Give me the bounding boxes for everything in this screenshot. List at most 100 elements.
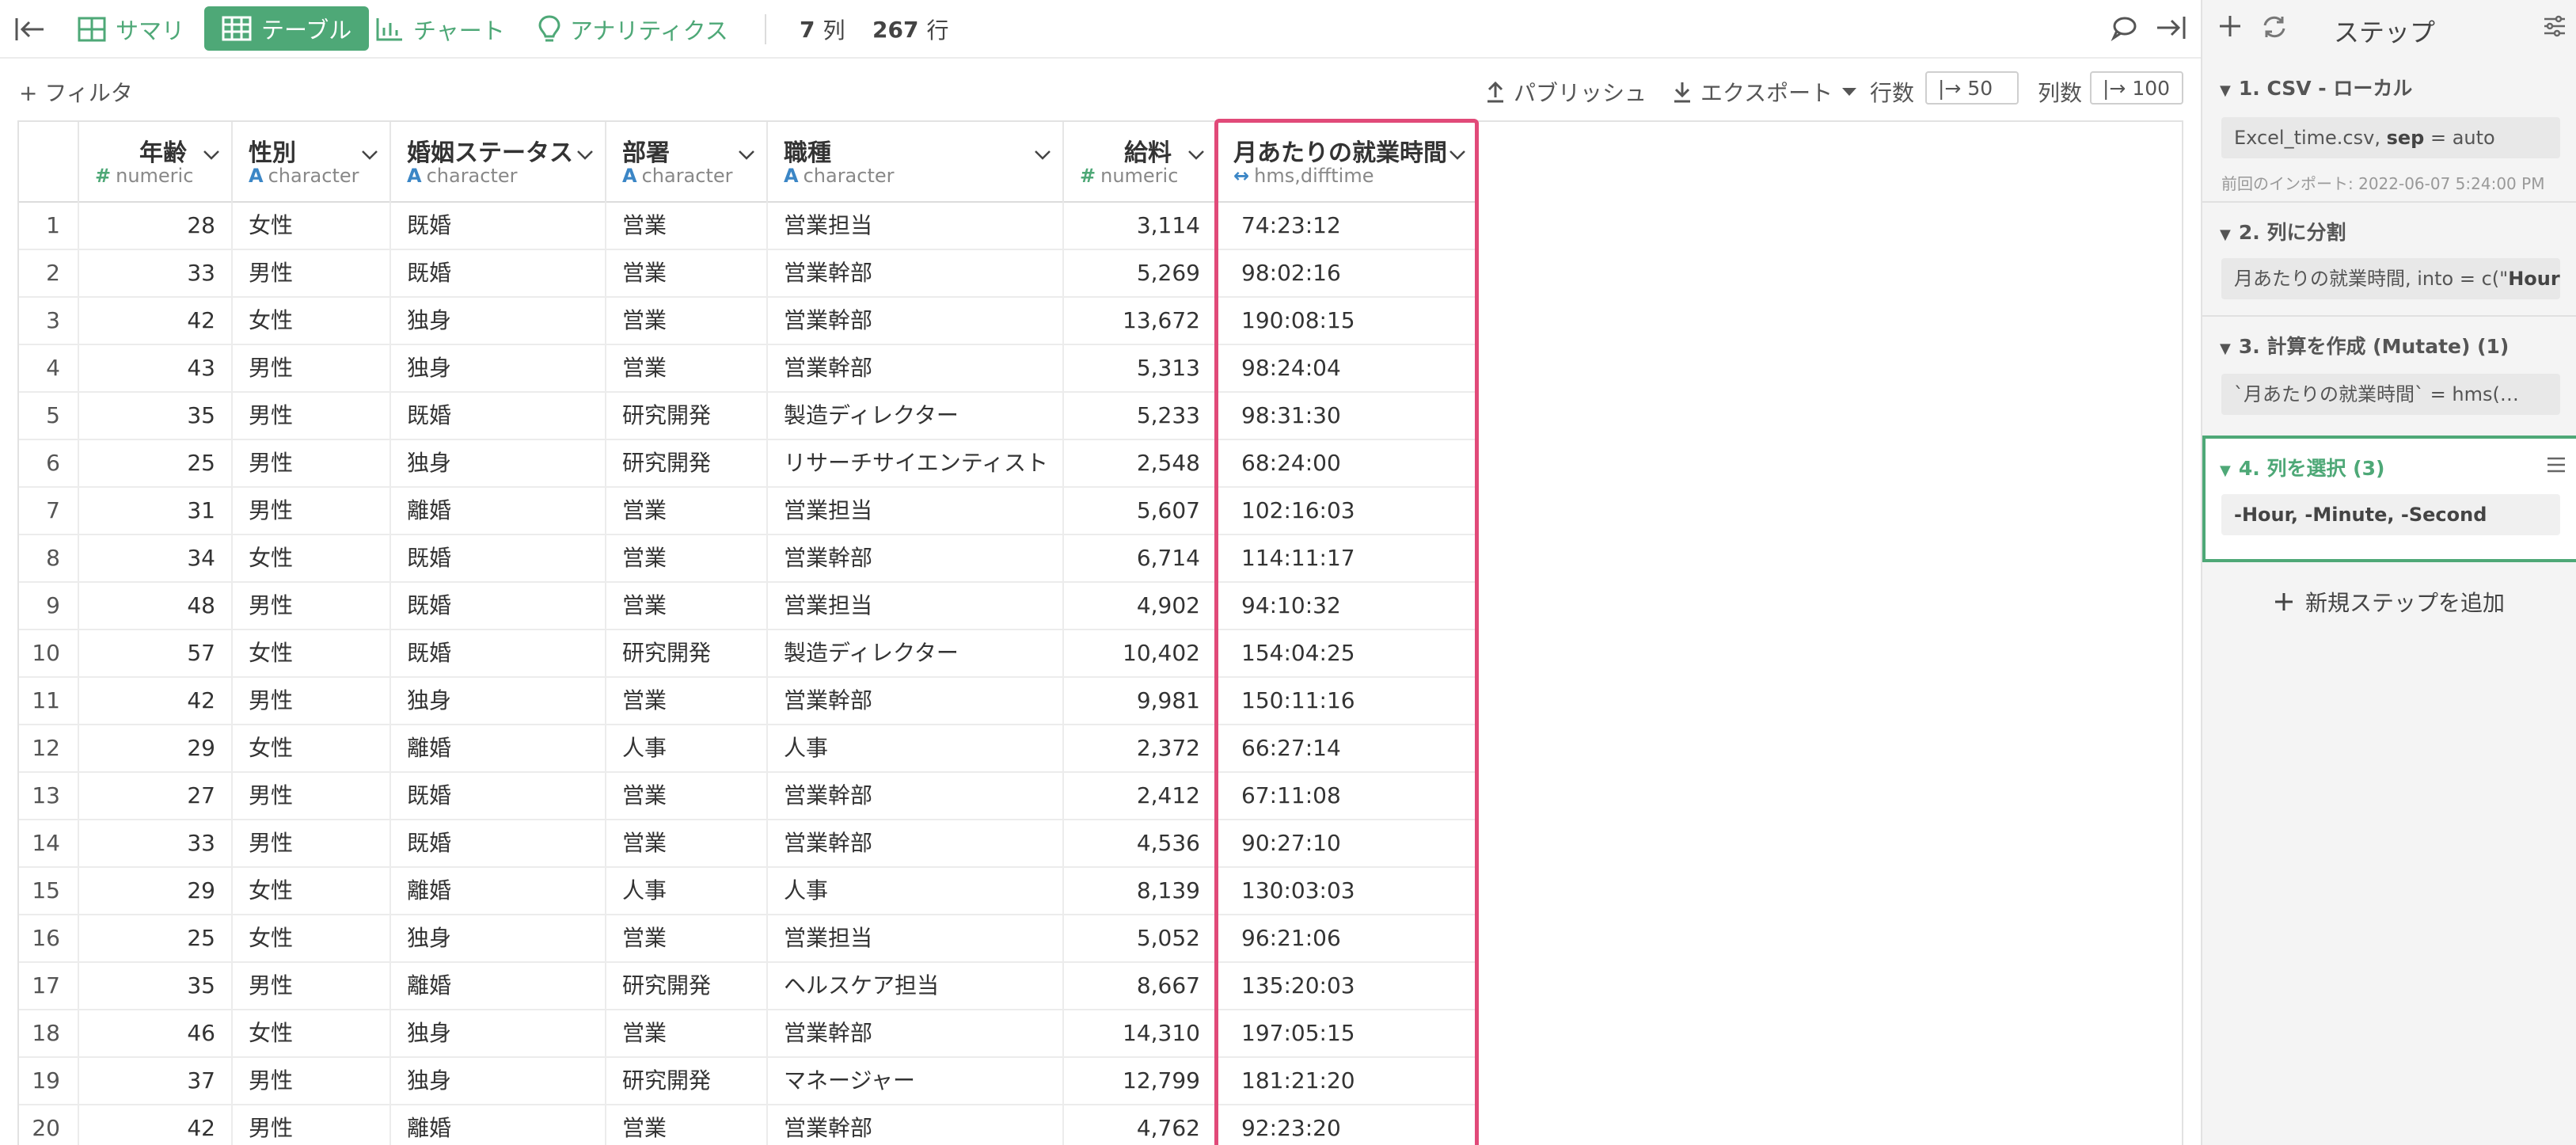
- chevron-down-icon[interactable]: [1449, 149, 1466, 164]
- table-cell: 離婚: [391, 963, 606, 1010]
- table-row[interactable]: 16 25 女性 独身 営業 営業担当 5,052 96:21:06: [19, 915, 1479, 963]
- table-row[interactable]: 13 27 男性 既婚 営業 営業幹部 2,412 67:11:08: [19, 773, 1479, 820]
- table-cell: 製造ディレクター: [768, 630, 1064, 678]
- tab-summary[interactable]: サマリ: [78, 0, 184, 59]
- menu-icon[interactable]: [2546, 456, 2567, 474]
- column-header[interactable]: 月あたりの就業時間 ↔ hms,difftime: [1218, 122, 1479, 203]
- export-button[interactable]: エクスポート: [1672, 76, 1858, 108]
- table-row[interactable]: 3 42 女性 独身 営業 営業幹部 13,672 190:08:15: [19, 298, 1479, 345]
- header-index-cell: [19, 122, 79, 203]
- column-header-name: 性別: [249, 139, 296, 167]
- add-filter-button[interactable]: + フィルタ: [19, 76, 133, 108]
- table-cell: 営業幹部: [768, 298, 1064, 345]
- tab-table[interactable]: テーブル: [204, 6, 370, 51]
- add-step-top-button[interactable]: [2217, 13, 2244, 43]
- table-cell: 男性: [233, 345, 391, 393]
- table-row[interactable]: 19 37 男性 独身 研究開発 マネージャー 12,799 181:21:20: [19, 1058, 1479, 1105]
- tab-chart-label: チャート: [413, 17, 505, 44]
- table-cell: 2,372: [1064, 725, 1218, 773]
- column-header[interactable]: 年齢 # numeric: [79, 122, 233, 203]
- table-cell: 35: [79, 393, 233, 440]
- column-header[interactable]: 婚姻ステータス Acharacter: [391, 122, 606, 203]
- step-3-title[interactable]: ▼ 3. 計算を作成 (Mutate) (1): [2220, 331, 2509, 359]
- chevron-down-icon[interactable]: [1187, 149, 1205, 164]
- table-cell: 48: [79, 583, 233, 630]
- table-cell: 98:02:16: [1218, 250, 1479, 298]
- row-index: 1: [19, 203, 79, 250]
- column-type-text: character: [426, 165, 518, 187]
- rows-limit-input[interactable]: |→ 50: [1925, 71, 2019, 105]
- table-cell: 10,402: [1064, 630, 1218, 678]
- table-cell: 42: [79, 678, 233, 725]
- table-row[interactable]: 18 46 女性 独身 営業 営業幹部 14,310 197:05:15: [19, 1010, 1479, 1058]
- column-header[interactable]: 職種 Acharacter: [768, 122, 1064, 203]
- table-row[interactable]: 20 42 男性 離婚 営業 営業幹部 4,762 92:23:20: [19, 1105, 1479, 1145]
- publish-button[interactable]: パブリッシュ: [1485, 76, 1647, 108]
- column-header[interactable]: 性別 Acharacter: [233, 122, 391, 203]
- step-1-detail[interactable]: Excel_time.csv, sep = auto: [2221, 117, 2560, 158]
- table-row[interactable]: 2 33 男性 既婚 営業 営業幹部 5,269 98:02:16: [19, 250, 1479, 298]
- table-cell: 営業: [606, 773, 768, 820]
- row-index: 15: [19, 868, 79, 915]
- step-settings-button[interactable]: [2543, 14, 2567, 41]
- refresh-button[interactable]: [2261, 14, 2288, 43]
- table-row[interactable]: 17 35 男性 離婚 研究開発 ヘルスケア担当 8,667 135:20:03: [19, 963, 1479, 1010]
- table-cell: 独身: [391, 440, 606, 488]
- column-type-text: character: [641, 165, 733, 187]
- column-header-name: 年齢: [139, 139, 187, 167]
- collapse-right-button[interactable]: [2155, 14, 2187, 44]
- column-header[interactable]: 部署 Acharacter: [606, 122, 768, 203]
- table-row[interactable]: 8 34 女性 既婚 営業 営業幹部 6,714 114:11:17: [19, 535, 1479, 583]
- tab-chart[interactable]: チャート: [375, 0, 505, 59]
- table-cell: 46: [79, 1010, 233, 1058]
- column-type-label: # numeric: [95, 165, 193, 187]
- step-4-title[interactable]: ▼ 4. 列を選択 (3): [2220, 453, 2384, 481]
- step-4-selected[interactable]: ▼ 4. 列を選択 (3) -Hour, -Minute, -Second: [2202, 436, 2576, 562]
- table-cell: 4,536: [1064, 820, 1218, 868]
- table-cell: 98:24:04: [1218, 345, 1479, 393]
- column-type-label: Acharacter: [407, 165, 518, 187]
- step-2-detail[interactable]: 月あたりの就業時間, into = c("Hour…: [2221, 258, 2560, 299]
- collapse-left-button[interactable]: [14, 0, 55, 59]
- table-cell: 31: [79, 488, 233, 535]
- step-1-title[interactable]: ▼ 1. CSV - ローカル: [2220, 73, 2412, 101]
- table-row[interactable]: 10 57 女性 既婚 研究開発 製造ディレクター 10,402 154:04:25: [19, 630, 1479, 678]
- step-3-detail[interactable]: `月あたりの就業時間` = hms(…: [2221, 374, 2560, 415]
- table-row[interactable]: 1 28 女性 既婚 営業 営業担当 3,114 74:23:12: [19, 203, 1479, 250]
- column-header[interactable]: 給料 # numeric: [1064, 122, 1218, 203]
- table-cell: 営業幹部: [768, 678, 1064, 725]
- comment-button[interactable]: [2111, 14, 2137, 44]
- column-count-unit: 列: [823, 17, 845, 44]
- chevron-down-icon[interactable]: [576, 149, 594, 164]
- table-row[interactable]: 15 29 女性 離婚 人事 人事 8,139 130:03:03: [19, 868, 1479, 915]
- step-1-detail-pre: Excel_time.csv,: [2234, 127, 2387, 149]
- table-row[interactable]: 14 33 男性 既婚 営業 営業幹部 4,536 90:27:10: [19, 820, 1479, 868]
- table-cell: 42: [79, 1105, 233, 1145]
- cols-limit-input[interactable]: |→ 100: [2090, 71, 2183, 105]
- step-4-detail[interactable]: -Hour, -Minute, -Second: [2221, 494, 2560, 535]
- table-row[interactable]: 12 29 女性 離婚 人事 人事 2,372 66:27:14: [19, 725, 1479, 773]
- table-cell: 90:27:10: [1218, 820, 1479, 868]
- chevron-down-icon[interactable]: [1034, 149, 1051, 164]
- table-cell: 営業: [606, 678, 768, 725]
- table-cell: 独身: [391, 1010, 606, 1058]
- table-cell: 男性: [233, 583, 391, 630]
- step-2-title[interactable]: ▼ 2. 列に分割: [2220, 217, 2346, 245]
- tab-analytics[interactable]: アナリティクス: [538, 0, 728, 59]
- column-type-label: ↔ hms,difftime: [1233, 165, 1374, 187]
- table-row[interactable]: 4 43 男性 独身 営業 営業幹部 5,313 98:24:04: [19, 345, 1479, 393]
- table-row[interactable]: 5 35 男性 既婚 研究開発 製造ディレクター 5,233 98:31:30: [19, 393, 1479, 440]
- chevron-down-icon[interactable]: [738, 149, 755, 164]
- table-row[interactable]: 6 25 男性 独身 研究開発 リサーチサイエンティスト 2,548 68:24:00: [19, 440, 1479, 488]
- table-row[interactable]: 7 31 男性 離婚 営業 営業担当 5,607 102:16:03: [19, 488, 1479, 535]
- table-cell: 営業: [606, 250, 768, 298]
- row-index: 18: [19, 1010, 79, 1058]
- table-row[interactable]: 11 42 男性 独身 営業 営業幹部 9,981 150:11:16: [19, 678, 1479, 725]
- table-cell: 4,762: [1064, 1105, 1218, 1145]
- chevron-down-icon[interactable]: [361, 149, 378, 164]
- add-new-step-button[interactable]: 新規ステップを追加: [2274, 586, 2505, 618]
- table-cell: 営業担当: [768, 203, 1064, 250]
- chevron-down-icon[interactable]: [203, 149, 220, 164]
- table-cell: 男性: [233, 820, 391, 868]
- table-row[interactable]: 9 48 男性 既婚 営業 営業担当 4,902 94:10:32: [19, 583, 1479, 630]
